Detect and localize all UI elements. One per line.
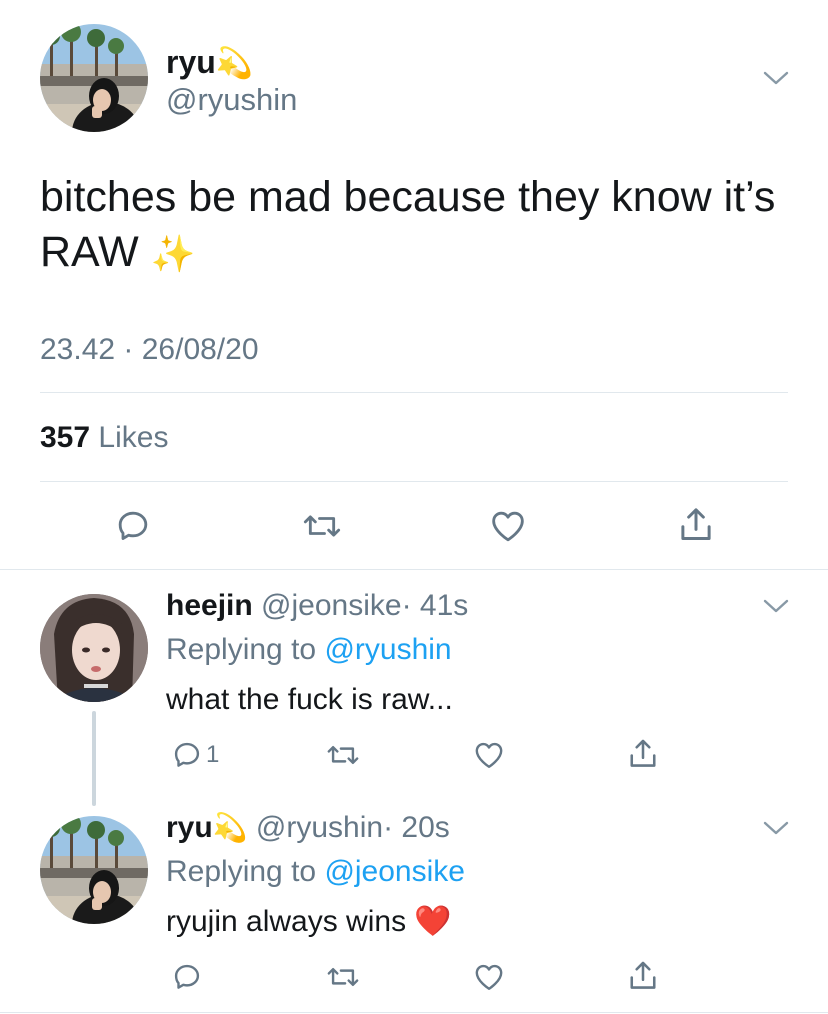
section-divider: [0, 569, 828, 570]
like-button[interactable]: [487, 506, 529, 546]
reply-button[interactable]: [113, 506, 153, 546]
reply-header: ryu💫 @ryushin· 20s: [166, 810, 450, 846]
reply-text: ryujin always wins ❤️: [166, 904, 452, 940]
retweet-button[interactable]: [324, 960, 362, 994]
profile-photo: [40, 24, 148, 132]
retweet-button[interactable]: [300, 506, 344, 546]
reply-icon: [174, 742, 200, 767]
reply-text-content: ryujin always wins: [166, 905, 407, 938]
display-name[interactable]: ryu💫: [166, 44, 253, 82]
profile-photo: [40, 594, 148, 702]
tweet-text-raw: RAW: [40, 228, 139, 276]
retweet-icon: [303, 515, 341, 537]
like-button[interactable]: [471, 738, 507, 772]
dizzy-emoji: 💫: [212, 812, 248, 843]
replying-to-label: Replying to: [166, 633, 317, 666]
display-name[interactable]: ryu: [166, 811, 213, 844]
avatar[interactable]: [40, 24, 148, 132]
handle[interactable]: @ryushin: [166, 82, 297, 118]
divider: [40, 392, 788, 393]
replying-to: Replying to @jeonsike: [166, 854, 465, 890]
share-icon: [681, 508, 711, 540]
tweet-text-line-1: bitches be mad because they know it’s: [40, 173, 776, 221]
share-icon: [630, 739, 656, 767]
heart-icon: [492, 511, 524, 542]
replying-to-label: Replying to: [166, 855, 317, 888]
heart-icon: [475, 742, 503, 768]
divider: [40, 481, 788, 482]
chevron-down-icon[interactable]: [763, 820, 789, 836]
reply-icon: [118, 511, 148, 540]
timestamp[interactable]: 23.42 · 26/08/20: [40, 332, 259, 368]
avatar[interactable]: [40, 816, 148, 924]
replying-to-handle[interactable]: @ryushin: [324, 633, 451, 666]
reply-header: heejin @jeonsike· 41s: [166, 588, 468, 624]
replying-to-handle[interactable]: @jeonsike: [324, 855, 465, 888]
reply-time: · 20s: [383, 811, 450, 844]
retweet-icon: [327, 746, 359, 764]
display-name-text: ryu: [166, 44, 216, 80]
sparkles-emoji: ✨: [150, 233, 196, 274]
thread-line: [92, 711, 96, 806]
like-button[interactable]: [471, 960, 507, 994]
handle[interactable]: @ryushin: [256, 811, 383, 844]
tweet-text-line-2: RAW ✨: [40, 225, 810, 281]
retweet-button[interactable]: [324, 738, 362, 772]
chevron-down-icon[interactable]: [763, 70, 789, 86]
heart-icon: [475, 964, 503, 990]
reply-time: · 41s: [401, 589, 469, 622]
handle[interactable]: @jeonsike: [261, 589, 402, 622]
profile-photo: [40, 816, 148, 924]
replying-to: Replying to @ryushin: [166, 632, 452, 668]
reply-count: 1: [206, 741, 220, 768]
bottom-divider: [0, 1012, 828, 1013]
share-button[interactable]: [625, 958, 661, 994]
reply-button[interactable]: [170, 960, 204, 994]
dizzy-emoji: 💫: [215, 47, 254, 80]
reply-icon: [174, 964, 200, 989]
likes-label: Likes: [98, 421, 169, 454]
share-button[interactable]: [675, 504, 717, 546]
chevron-down-icon[interactable]: [763, 598, 789, 614]
share-icon: [630, 961, 656, 989]
display-name[interactable]: heejin: [166, 589, 253, 622]
retweet-icon: [327, 968, 359, 986]
share-button[interactable]: [625, 736, 661, 772]
likes-stat[interactable]: 357 Likes: [40, 420, 168, 456]
likes-count: 357: [40, 421, 91, 454]
avatar[interactable]: [40, 594, 148, 702]
reply-button[interactable]: 1: [170, 738, 219, 772]
red-heart-emoji: ❤️: [414, 905, 452, 938]
reply-text: what the fuck is raw...: [166, 683, 453, 716]
tweet-text: bitches be mad because they know it’s RA…: [40, 170, 810, 281]
